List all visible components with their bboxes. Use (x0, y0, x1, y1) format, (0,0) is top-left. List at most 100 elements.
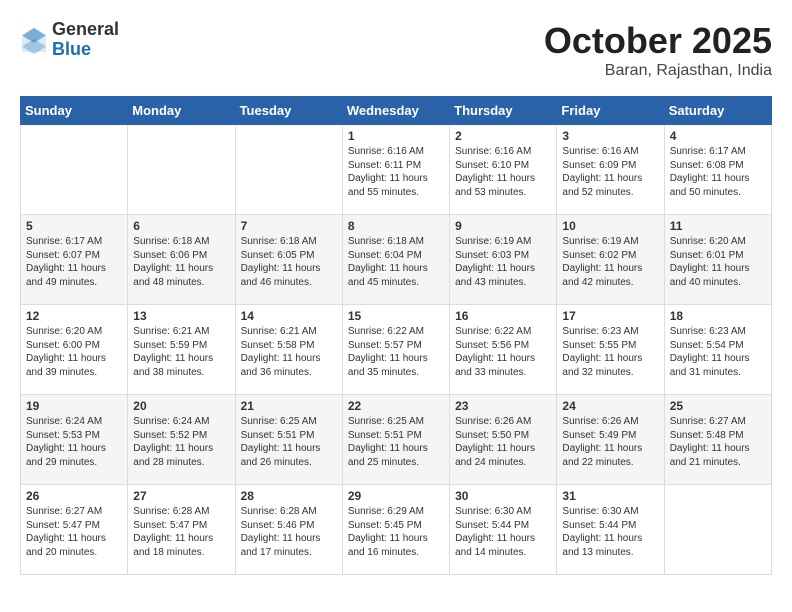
calendar-cell: 17 Sunrise: 6:23 AMSunset: 5:55 PMDayligh… (557, 305, 664, 395)
calendar-cell: 18 Sunrise: 6:23 AMSunset: 5:54 PMDayligh… (664, 305, 771, 395)
header-monday: Monday (128, 97, 235, 125)
page-header: General Blue October 2025 Baran, Rajasth… (20, 20, 772, 80)
calendar-cell: 11 Sunrise: 6:20 AMSunset: 6:01 PMDayligh… (664, 215, 771, 305)
calendar-cell: 28 Sunrise: 6:28 AMSunset: 5:46 PMDayligh… (235, 485, 342, 575)
calendar-cell (128, 125, 235, 215)
day-info: Sunrise: 6:18 AMSunset: 6:04 PMDaylight:… (348, 235, 444, 289)
day-info: Sunrise: 6:21 AMSunset: 5:59 PMDaylight:… (133, 325, 229, 379)
calendar-cell: 10 Sunrise: 6:19 AMSunset: 6:02 PMDayligh… (557, 215, 664, 305)
calendar-week-4: 26Sunrise: 6:27 AMSunset: 5:47 PMDayligh… (21, 485, 772, 575)
calendar-cell: 2Sunrise: 6:16 AMSunset: 6:10 PMDaylight… (450, 125, 557, 215)
location-subtitle: Baran, Rajasthan, India (544, 62, 772, 80)
day-info: Sunrise: 6:27 AMSunset: 5:48 PMDaylight:… (670, 415, 766, 469)
calendar-cell: 15Sunrise: 6:22 AMSunset: 5:57 PMDayligh… (342, 305, 449, 395)
calendar-cell: 4Sunrise: 6:17 AMSunset: 6:08 PMDaylight… (664, 125, 771, 215)
day-info: Sunrise: 6:23 AMSunset: 5:54 PMDaylight:… (670, 325, 766, 379)
calendar-cell: 26Sunrise: 6:27 AMSunset: 5:47 PMDayligh… (21, 485, 128, 575)
calendar-cell: 16Sunrise: 6:22 AMSunset: 5:56 PMDayligh… (450, 305, 557, 395)
calendar-cell (21, 125, 128, 215)
calendar-cell: 7 Sunrise: 6:18 AMSunset: 6:05 PMDaylight… (235, 215, 342, 305)
logo: General Blue (20, 20, 119, 60)
calendar-week-1: 5Sunrise: 6:17 AMSunset: 6:07 PMDaylight… (21, 215, 772, 305)
title-block: October 2025 Baran, Rajasthan, India (544, 20, 772, 80)
calendar-cell: 25 Sunrise: 6:27 AMSunset: 5:48 PMDayligh… (664, 395, 771, 485)
day-number: 12 (26, 309, 122, 323)
day-info: Sunrise: 6:22 AMSunset: 5:56 PMDaylight:… (455, 325, 551, 379)
header-wednesday: Wednesday (342, 97, 449, 125)
calendar-cell: 29 Sunrise: 6:29 AMSunset: 5:45 PMDayligh… (342, 485, 449, 575)
day-number: 13 (133, 309, 229, 323)
day-info: Sunrise: 6:23 AMSunset: 5:55 PMDaylight:… (562, 325, 658, 379)
calendar-cell: 19Sunrise: 6:24 AMSunset: 5:53 PMDayligh… (21, 395, 128, 485)
day-number: 28 (241, 489, 337, 503)
calendar-cell: 6 Sunrise: 6:18 AMSunset: 6:06 PMDaylight… (128, 215, 235, 305)
day-info: Sunrise: 6:24 AMSunset: 5:53 PMDaylight:… (26, 415, 122, 469)
calendar-cell: 20 Sunrise: 6:24 AMSunset: 5:52 PMDayligh… (128, 395, 235, 485)
calendar-cell: 24Sunrise: 6:26 AMSunset: 5:49 PMDayligh… (557, 395, 664, 485)
day-number: 29 (348, 489, 444, 503)
logo-general: General (52, 19, 119, 39)
day-info: Sunrise: 6:19 AMSunset: 6:02 PMDaylight:… (562, 235, 658, 289)
day-info: Sunrise: 6:16 AMSunset: 6:11 PMDaylight:… (348, 145, 444, 199)
day-number: 9 (455, 219, 551, 233)
day-info: Sunrise: 6:26 AMSunset: 5:49 PMDaylight:… (562, 415, 658, 469)
day-info: Sunrise: 6:20 AMSunset: 6:00 PMDaylight:… (26, 325, 122, 379)
header-saturday: Saturday (664, 97, 771, 125)
day-number: 6 (133, 219, 229, 233)
day-info: Sunrise: 6:30 AMSunset: 5:44 PMDaylight:… (562, 505, 658, 559)
day-number: 17 (562, 309, 658, 323)
day-info: Sunrise: 6:20 AMSunset: 6:01 PMDaylight:… (670, 235, 766, 289)
calendar-week-3: 19Sunrise: 6:24 AMSunset: 5:53 PMDayligh… (21, 395, 772, 485)
calendar-cell: 23Sunrise: 6:26 AMSunset: 5:50 PMDayligh… (450, 395, 557, 485)
day-info: Sunrise: 6:17 AMSunset: 6:07 PMDaylight:… (26, 235, 122, 289)
day-info: Sunrise: 6:22 AMSunset: 5:57 PMDaylight:… (348, 325, 444, 379)
day-number: 8 (348, 219, 444, 233)
day-info: Sunrise: 6:30 AMSunset: 5:44 PMDaylight:… (455, 505, 551, 559)
calendar-table: SundayMondayTuesdayWednesdayThursdayFrid… (20, 96, 772, 575)
calendar-week-2: 12 Sunrise: 6:20 AMSunset: 6:00 PMDayligh… (21, 305, 772, 395)
day-number: 7 (241, 219, 337, 233)
day-number: 26 (26, 489, 122, 503)
day-number: 23 (455, 399, 551, 413)
day-number: 30 (455, 489, 551, 503)
day-number: 22 (348, 399, 444, 413)
day-info: Sunrise: 6:18 AMSunset: 6:06 PMDaylight:… (133, 235, 229, 289)
calendar-cell: 22 Sunrise: 6:25 AMSunset: 5:51 PMDayligh… (342, 395, 449, 485)
header-sunday: Sunday (21, 97, 128, 125)
header-thursday: Thursday (450, 97, 557, 125)
day-info: Sunrise: 6:25 AMSunset: 5:51 PMDaylight:… (241, 415, 337, 469)
day-number: 20 (133, 399, 229, 413)
header-tuesday: Tuesday (235, 97, 342, 125)
day-number: 21 (241, 399, 337, 413)
day-number: 11 (670, 219, 766, 233)
day-info: Sunrise: 6:16 AMSunset: 6:09 PMDaylight:… (562, 145, 658, 199)
calendar-cell: 13 Sunrise: 6:21 AMSunset: 5:59 PMDayligh… (128, 305, 235, 395)
day-info: Sunrise: 6:18 AMSunset: 6:05 PMDaylight:… (241, 235, 337, 289)
calendar-cell: 3Sunrise: 6:16 AMSunset: 6:09 PMDaylight… (557, 125, 664, 215)
day-info: Sunrise: 6:28 AMSunset: 5:47 PMDaylight:… (133, 505, 229, 559)
day-info: Sunrise: 6:28 AMSunset: 5:46 PMDaylight:… (241, 505, 337, 559)
calendar-cell: 27Sunrise: 6:28 AMSunset: 5:47 PMDayligh… (128, 485, 235, 575)
day-info: Sunrise: 6:24 AMSunset: 5:52 PMDaylight:… (133, 415, 229, 469)
logo-blue-text: Blue (52, 39, 91, 59)
day-info: Sunrise: 6:29 AMSunset: 5:45 PMDaylight:… (348, 505, 444, 559)
calendar-cell (664, 485, 771, 575)
day-number: 31 (562, 489, 658, 503)
calendar-cell: 30 Sunrise: 6:30 AMSunset: 5:44 PMDayligh… (450, 485, 557, 575)
logo-text: General Blue (52, 20, 119, 60)
calendar-cell: 9 Sunrise: 6:19 AMSunset: 6:03 PMDaylight… (450, 215, 557, 305)
header-friday: Friday (557, 97, 664, 125)
calendar-cell: 14Sunrise: 6:21 AMSunset: 5:58 PMDayligh… (235, 305, 342, 395)
day-info: Sunrise: 6:19 AMSunset: 6:03 PMDaylight:… (455, 235, 551, 289)
logo-icon (20, 26, 48, 54)
day-info: Sunrise: 6:17 AMSunset: 6:08 PMDaylight:… (670, 145, 766, 199)
day-number: 10 (562, 219, 658, 233)
calendar-cell: 8 Sunrise: 6:18 AMSunset: 6:04 PMDaylight… (342, 215, 449, 305)
day-info: Sunrise: 6:16 AMSunset: 6:10 PMDaylight:… (455, 145, 551, 199)
calendar-cell (235, 125, 342, 215)
day-number: 14 (241, 309, 337, 323)
day-info: Sunrise: 6:25 AMSunset: 5:51 PMDaylight:… (348, 415, 444, 469)
calendar-cell: 31 Sunrise: 6:30 AMSunset: 5:44 PMDayligh… (557, 485, 664, 575)
day-number: 18 (670, 309, 766, 323)
day-number: 25 (670, 399, 766, 413)
